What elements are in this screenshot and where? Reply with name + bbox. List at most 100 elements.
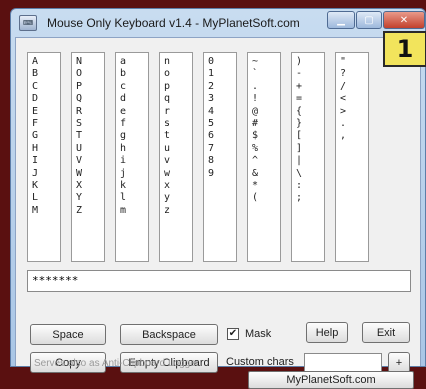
char-key[interactable]: g xyxy=(120,130,148,142)
char-key[interactable]: R xyxy=(76,106,104,118)
char-key[interactable]: F xyxy=(32,118,60,130)
char-key[interactable]: 4 xyxy=(208,106,236,118)
char-key[interactable]: I xyxy=(32,155,60,167)
char-key[interactable]: 3 xyxy=(208,93,236,105)
char-key[interactable]: & xyxy=(252,168,280,180)
char-key[interactable]: + xyxy=(296,81,324,93)
char-key[interactable]: ? xyxy=(340,68,368,80)
char-key[interactable]: $ xyxy=(252,130,280,142)
title-bar[interactable]: ⌨ Mouse Only Keyboard v1.4 - MyPlanetSof… xyxy=(11,9,425,37)
char-key[interactable]: E xyxy=(32,106,60,118)
char-key[interactable]: i xyxy=(120,155,148,167)
char-key[interactable]: H xyxy=(32,143,60,155)
char-key[interactable]: p xyxy=(164,81,192,93)
char-key[interactable]: N xyxy=(76,56,104,68)
char-key[interactable]: n xyxy=(164,56,192,68)
char-key[interactable]: G xyxy=(32,130,60,142)
char-key[interactable]: o xyxy=(164,68,192,80)
char-key[interactable]: k xyxy=(120,180,148,192)
char-key[interactable]: 0 xyxy=(208,56,236,68)
exit-button[interactable]: Exit xyxy=(362,322,410,343)
char-key[interactable]: ^ xyxy=(252,155,280,167)
char-key[interactable]: w xyxy=(164,168,192,180)
char-key[interactable]: z xyxy=(164,205,192,217)
char-key[interactable]: T xyxy=(76,130,104,142)
char-key[interactable]: s xyxy=(164,118,192,130)
char-key[interactable]: t xyxy=(164,130,192,142)
char-key[interactable]: ~ xyxy=(252,56,280,68)
char-key[interactable]: x xyxy=(164,180,192,192)
char-key[interactable]: : xyxy=(296,180,324,192)
char-key[interactable]: M xyxy=(32,205,60,217)
char-key[interactable]: ( xyxy=(252,192,280,204)
char-key[interactable]: 9 xyxy=(208,168,236,180)
char-key[interactable]: 5 xyxy=(208,118,236,130)
char-key[interactable]: @ xyxy=(252,106,280,118)
website-button[interactable]: MyPlanetSoft.com xyxy=(248,371,414,389)
char-key[interactable]: ; xyxy=(296,192,324,204)
char-key[interactable]: c xyxy=(120,81,148,93)
char-key[interactable]: < xyxy=(340,93,368,105)
char-key[interactable]: X xyxy=(76,180,104,192)
char-key[interactable]: / xyxy=(340,81,368,93)
char-key[interactable]: j xyxy=(120,168,148,180)
char-key[interactable]: , xyxy=(340,130,368,142)
add-custom-chars-button[interactable]: + xyxy=(388,352,410,373)
maximize-button[interactable]: ▢ xyxy=(356,11,382,29)
char-key[interactable]: r xyxy=(164,106,192,118)
char-key[interactable]: u xyxy=(164,143,192,155)
char-key[interactable]: h xyxy=(120,143,148,155)
char-key[interactable]: W xyxy=(76,168,104,180)
char-key[interactable]: \ xyxy=(296,168,324,180)
mask-checkbox[interactable]: ✔ xyxy=(227,328,239,340)
char-key[interactable]: K xyxy=(32,180,60,192)
char-key[interactable]: L xyxy=(32,192,60,204)
char-key[interactable]: e xyxy=(120,106,148,118)
char-key[interactable]: ` xyxy=(252,68,280,80)
char-key[interactable]: q xyxy=(164,93,192,105)
output-textbox[interactable]: ******* xyxy=(27,270,411,292)
help-button[interactable]: Help xyxy=(306,322,348,343)
char-key[interactable]: # xyxy=(252,118,280,130)
char-key[interactable]: } xyxy=(296,118,324,130)
char-key[interactable]: | xyxy=(296,155,324,167)
char-key[interactable]: V xyxy=(76,155,104,167)
char-key[interactable]: d xyxy=(120,93,148,105)
char-key[interactable]: ) xyxy=(296,56,324,68)
char-key[interactable]: 6 xyxy=(208,130,236,142)
char-key[interactable]: l xyxy=(120,192,148,204)
char-key[interactable]: J xyxy=(32,168,60,180)
char-key[interactable]: a xyxy=(120,56,148,68)
char-key[interactable]: > xyxy=(340,106,368,118)
char-key[interactable]: % xyxy=(252,143,280,155)
minimize-button[interactable]: ▁ xyxy=(327,11,355,29)
char-key[interactable]: " xyxy=(340,56,368,68)
char-key[interactable]: U xyxy=(76,143,104,155)
char-key[interactable]: [ xyxy=(296,130,324,142)
char-key[interactable]: B xyxy=(32,68,60,80)
char-key[interactable]: 2 xyxy=(208,81,236,93)
char-key[interactable]: - xyxy=(296,68,324,80)
char-key[interactable]: { xyxy=(296,106,324,118)
char-key[interactable]: P xyxy=(76,81,104,93)
char-key[interactable]: 7 xyxy=(208,143,236,155)
char-key[interactable]: y xyxy=(164,192,192,204)
char-key[interactable]: A xyxy=(32,56,60,68)
char-key[interactable]: m xyxy=(120,205,148,217)
char-key[interactable]: v xyxy=(164,155,192,167)
char-key[interactable]: 1 xyxy=(208,68,236,80)
char-key[interactable]: 8 xyxy=(208,155,236,167)
char-key[interactable]: Z xyxy=(76,205,104,217)
char-key[interactable]: D xyxy=(32,93,60,105)
char-key[interactable]: . xyxy=(340,118,368,130)
mask-option[interactable]: ✔ Mask xyxy=(227,328,271,340)
char-key[interactable]: ! xyxy=(252,93,280,105)
char-key[interactable]: = xyxy=(296,93,324,105)
char-key[interactable]: O xyxy=(76,68,104,80)
char-key[interactable]: Y xyxy=(76,192,104,204)
char-key[interactable]: Q xyxy=(76,93,104,105)
char-key[interactable]: f xyxy=(120,118,148,130)
close-button[interactable]: ✕ xyxy=(383,11,425,29)
char-key[interactable]: . xyxy=(252,81,280,93)
char-key[interactable]: ] xyxy=(296,143,324,155)
